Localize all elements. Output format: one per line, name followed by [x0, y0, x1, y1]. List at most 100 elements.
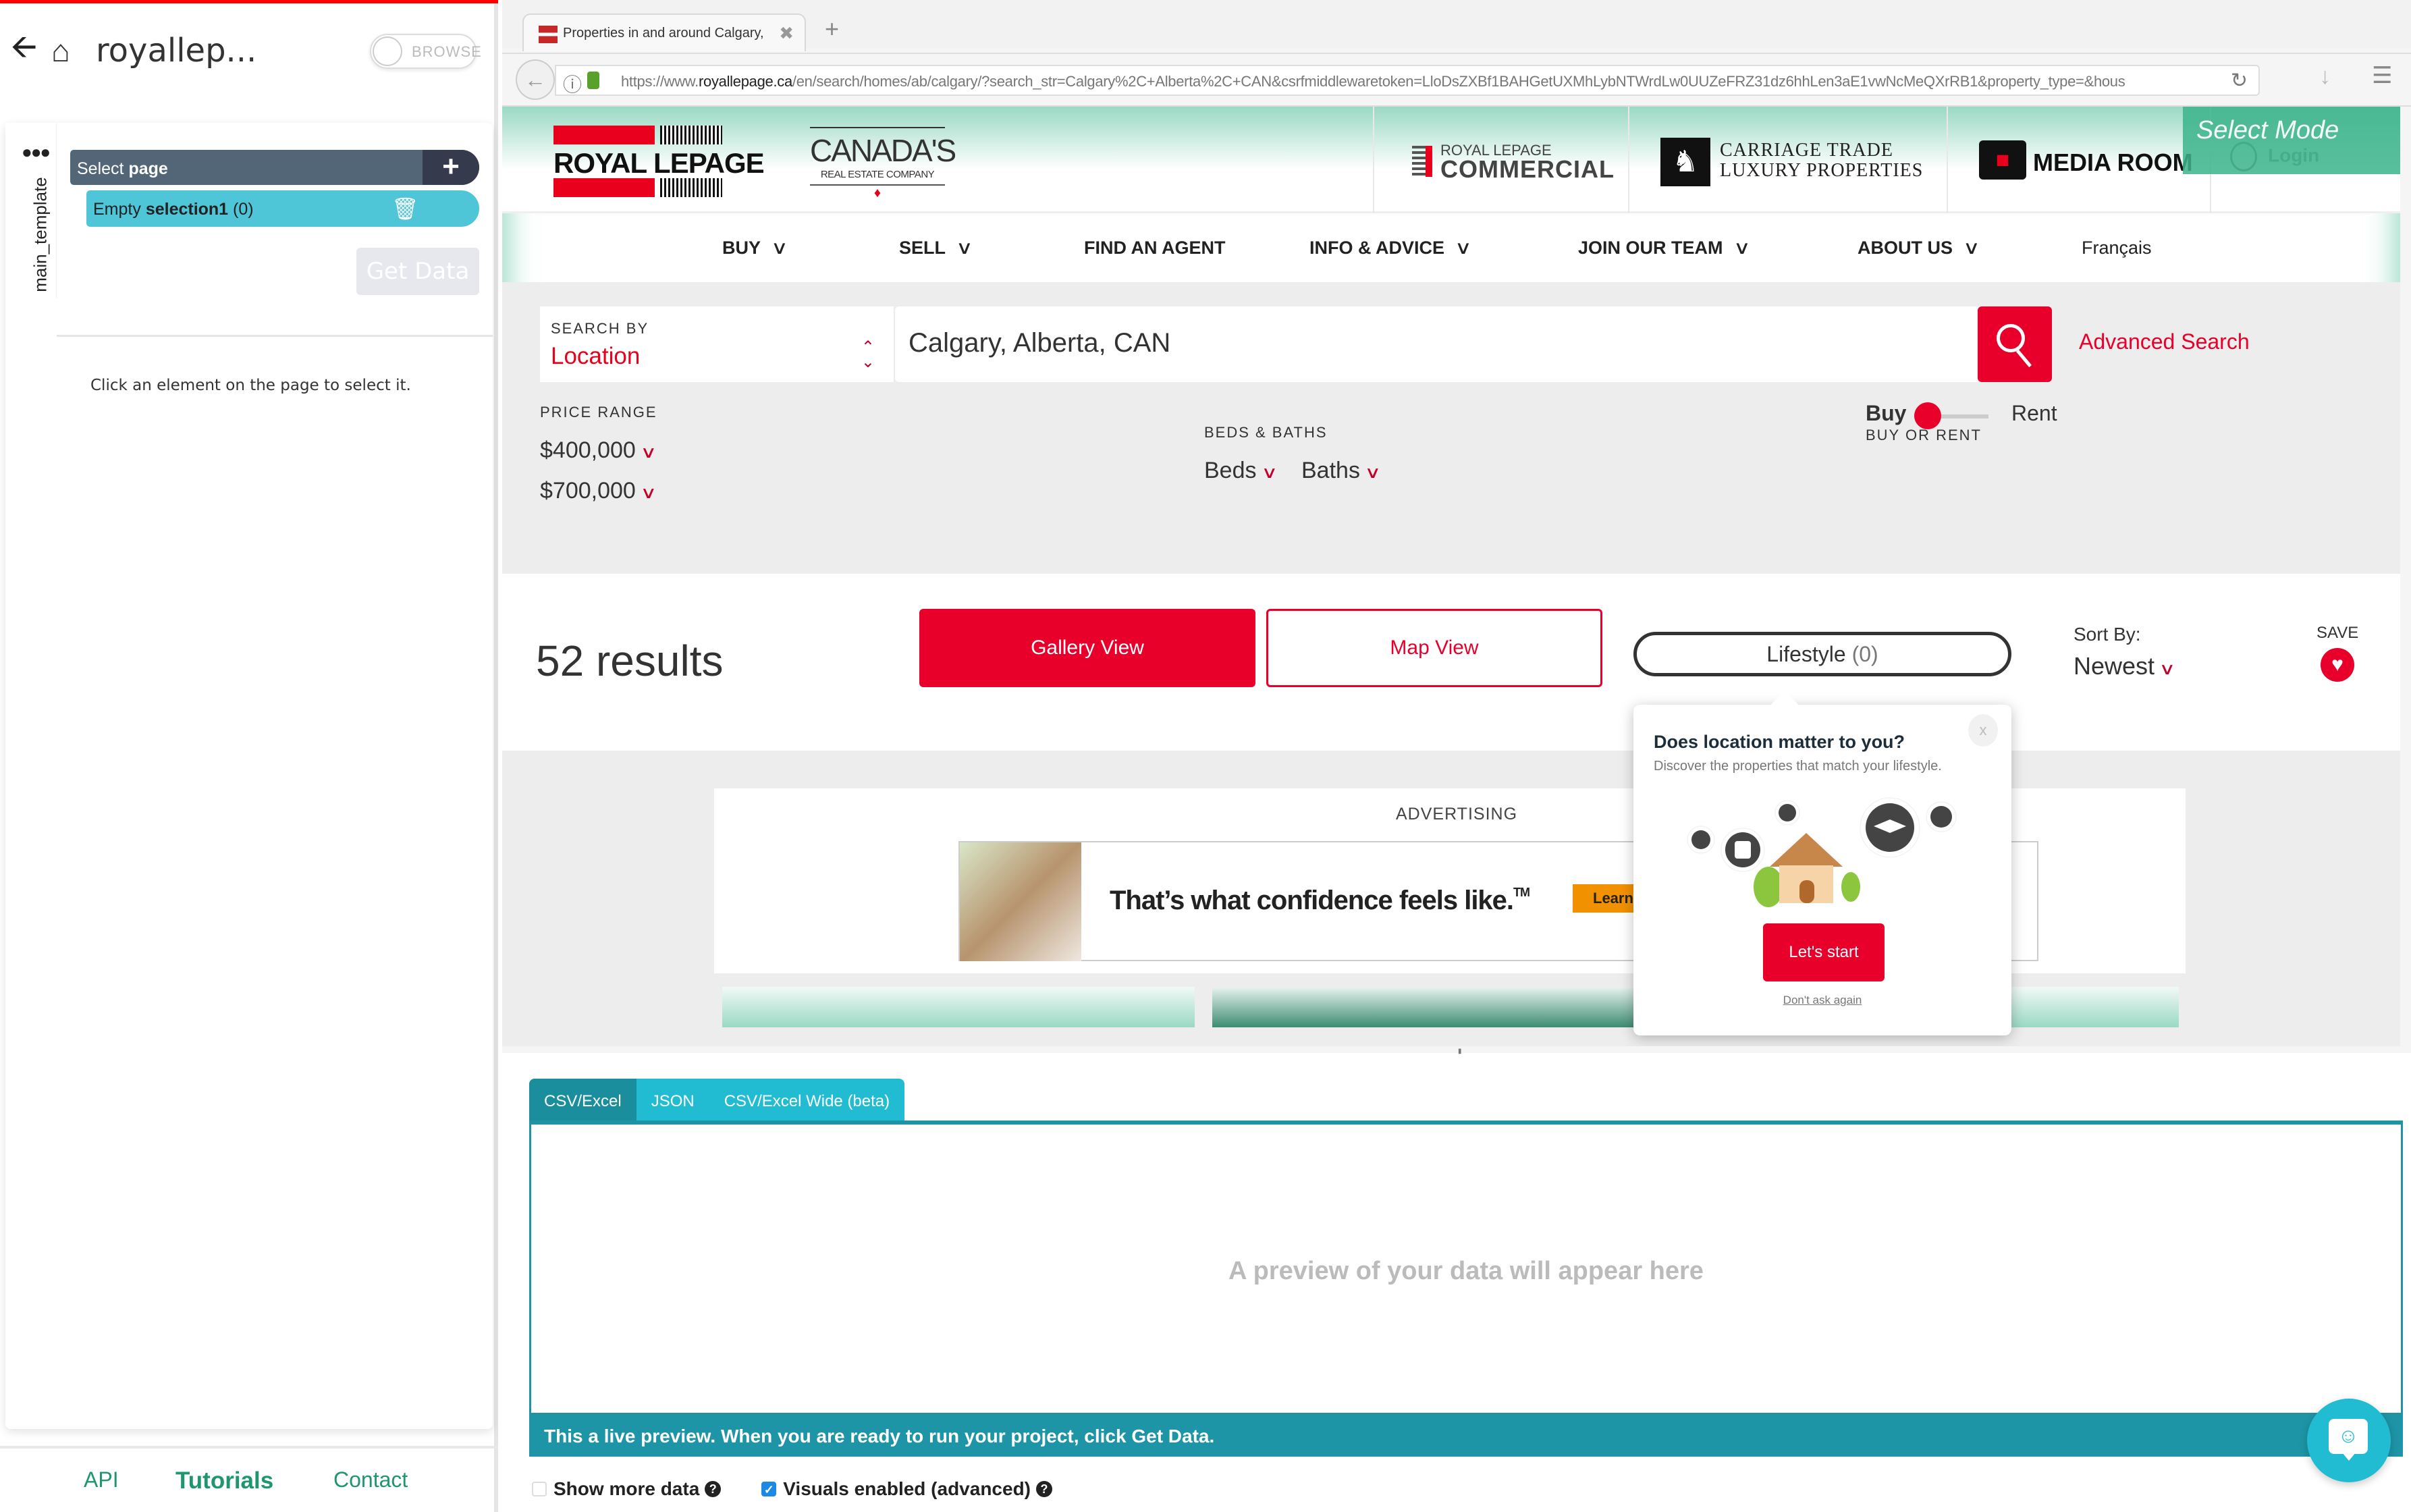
popover-arrow — [1770, 690, 1799, 706]
nav-sell[interactable]: SELL ∨ — [899, 238, 973, 259]
carriage-trade-link[interactable]: ♞ CARRIAGE TRADE LUXURY PROPERTIES — [1628, 107, 1947, 213]
beds-value: Beds — [1204, 458, 1257, 483]
address-bar[interactable]: ⓘ https://www.royallepage.ca/en/search/h… — [555, 65, 2260, 96]
browse-toggle[interactable]: BROWSE — [370, 34, 481, 69]
resize-handle[interactable]: ▮ — [1458, 1048, 1462, 1055]
reload-icon[interactable]: ↻ — [2231, 69, 2248, 92]
gallery-view-button[interactable]: Gallery View — [919, 609, 1255, 687]
search-by-label: SEARCH BY — [551, 320, 649, 337]
selection-row[interactable]: Empty selection1 (0) 🗑 — [86, 190, 479, 227]
lifestyle-button[interactable]: Lifestyle (0) — [1633, 632, 2011, 676]
select-page-row[interactable]: Select page + — [70, 150, 479, 185]
footer-link-tutorials[interactable]: Tutorials — [175, 1467, 273, 1494]
close-tab-icon[interactable]: ✖ — [779, 23, 794, 44]
beds-select[interactable]: Beds ∨ — [1204, 458, 1278, 484]
rent-option[interactable]: Rent — [2011, 401, 2057, 426]
browser-back-button[interactable]: ← — [516, 59, 555, 100]
top-accent-bar — [0, 0, 498, 3]
url-text[interactable]: https://www.royallepage.ca/en/search/hom… — [621, 73, 2214, 90]
info-icon[interactable]: ⓘ — [563, 70, 582, 97]
chevron-down-icon: ∨ — [956, 238, 973, 258]
footer-link-api[interactable]: API — [84, 1467, 119, 1492]
ad-learn-button[interactable]: Learn — [1573, 884, 1640, 913]
up-down-chevron-icon: ⌃ ⌄ — [861, 338, 875, 371]
sort-value: Newest — [2074, 652, 2155, 680]
search-by-select[interactable]: SEARCH BY Location ⌃ ⌄ — [540, 306, 894, 382]
listings-area: ADVERTISING That’s what confidence feels… — [502, 751, 2400, 1046]
search-query: Calgary, Alberta, CAN — [909, 328, 1171, 358]
chevron-down-icon: ∨ — [1963, 238, 1980, 258]
tab-csv-excel-wide[interactable]: CSV/Excel Wide (beta) — [709, 1079, 904, 1122]
dont-ask-again-link[interactable]: Don't ask again — [1633, 994, 2011, 1007]
tagline-small: REAL ESTATE COMPANY — [820, 169, 935, 180]
results-count: 52 results — [536, 637, 724, 685]
buy-rent-label: BUY OR RENT — [1866, 427, 1982, 443]
chevron-down-icon: ∨ — [640, 484, 657, 502]
add-command-button[interactable]: + — [423, 150, 479, 185]
new-tab-button[interactable]: + — [825, 15, 839, 43]
browser-tab[interactable]: Properties in and around Calgary, ✖ — [522, 14, 806, 51]
hamburger-menu-icon[interactable]: ☰ — [2372, 62, 2392, 89]
chevron-down-icon: ∨ — [1455, 238, 1472, 258]
carriage-line1: CARRIAGE TRADE — [1720, 140, 1893, 161]
buy-option[interactable]: Buy — [1866, 401, 1906, 426]
back-arrow-icon[interactable]: 🡨 — [11, 24, 45, 78]
tagline-big: CANADA'S — [810, 127, 956, 169]
chevron-down-icon: ∨ — [1733, 238, 1751, 258]
sort-select[interactable]: Newest ∨ — [2074, 652, 2175, 680]
nav-language[interactable]: Français — [2082, 238, 2152, 259]
royal-lepage-logo[interactable]: ROYAL LEPAGE — [553, 126, 765, 197]
media-room-link[interactable]: ■ MEDIA ROOM — [1947, 107, 2210, 213]
project-name: royallep... — [96, 32, 257, 70]
nav-find-agent[interactable]: FIND AN AGENT — [1084, 238, 1226, 259]
listing-card[interactable] — [1212, 987, 1685, 1027]
bus-pin-icon — [1721, 828, 1765, 872]
map-view-button[interactable]: Map View — [1266, 609, 1602, 687]
help-icon[interactable]: ? — [1036, 1481, 1052, 1497]
tab-json[interactable]: JSON — [636, 1079, 709, 1122]
nav-about-us[interactable]: ABOUT US ∨ — [1858, 238, 1980, 259]
commercial-link[interactable]: ROYAL LEPAGE COMMERCIAL — [1373, 107, 1628, 213]
footer-link-contact[interactable]: Contact — [333, 1467, 408, 1492]
download-icon[interactable]: ↓ — [2319, 63, 2331, 90]
selection-hint: Click an element on the page to select i… — [90, 377, 411, 394]
main-nav: BUY ∨ SELL ∨ FIND AN AGENT INFO & ADVICE ∨ … — [502, 215, 2400, 282]
lets-start-button[interactable]: Let's start — [1763, 923, 1885, 981]
template-rail: ●●● main_template — [5, 123, 57, 298]
show-more-data-checkbox[interactable] — [532, 1482, 547, 1496]
template-card — [5, 123, 493, 1429]
visuals-enabled-checkbox[interactable]: ✓ — [761, 1482, 777, 1496]
listing-card[interactable] — [722, 987, 1195, 1027]
location-search-input[interactable]: Calgary, Alberta, CAN — [895, 306, 1986, 382]
chat-support-button[interactable]: ☺ — [2307, 1399, 2391, 1482]
media-room-icon: ■ — [1979, 140, 2026, 180]
preview-options: Show more data ? ✓ Visuals enabled (adva… — [532, 1478, 1052, 1500]
close-popover-button[interactable]: x — [1968, 714, 1998, 747]
more-options-icon[interactable]: ●●● — [22, 142, 51, 163]
trademark: TM — [1513, 886, 1530, 899]
commercial-icon — [1399, 146, 1432, 177]
search-button[interactable] — [1978, 306, 2052, 382]
popover-title: Does location matter to you? — [1654, 732, 1905, 752]
price-max-select[interactable]: $700,000 ∨ — [540, 478, 657, 504]
heart-icon[interactable]: ♥ — [2321, 648, 2354, 682]
restaurant-pin-icon — [1775, 800, 1800, 826]
get-data-button[interactable]: Get Data — [356, 248, 479, 295]
nav-join-team[interactable]: JOIN OUR TEAM ∨ — [1578, 238, 1751, 259]
home-icon[interactable]: ⌂ — [51, 32, 86, 69]
help-icon[interactable]: ? — [705, 1481, 722, 1497]
ad-headline-text: That’s what confidence feels like. — [1110, 886, 1514, 915]
trash-icon[interactable]: 🗑 — [391, 196, 419, 221]
baths-select[interactable]: Baths ∨ — [1301, 458, 1381, 484]
baths-value: Baths — [1301, 458, 1360, 483]
school-pin-icon — [1860, 797, 1920, 858]
nav-buy[interactable]: BUY ∨ — [722, 238, 788, 259]
ad-photo — [960, 842, 1081, 961]
advanced-search-link[interactable]: Advanced Search — [2079, 329, 2250, 354]
price-min-select[interactable]: $400,000 ∨ — [540, 437, 657, 464]
switch-knob[interactable] — [1914, 402, 1941, 429]
nav-info-advice[interactable]: INFO & ADVICE ∨ — [1309, 238, 1472, 259]
lock-icon — [587, 72, 599, 89]
tab-csv-excel[interactable]: CSV/Excel — [529, 1079, 636, 1122]
template-name[interactable]: main_template — [30, 174, 51, 296]
